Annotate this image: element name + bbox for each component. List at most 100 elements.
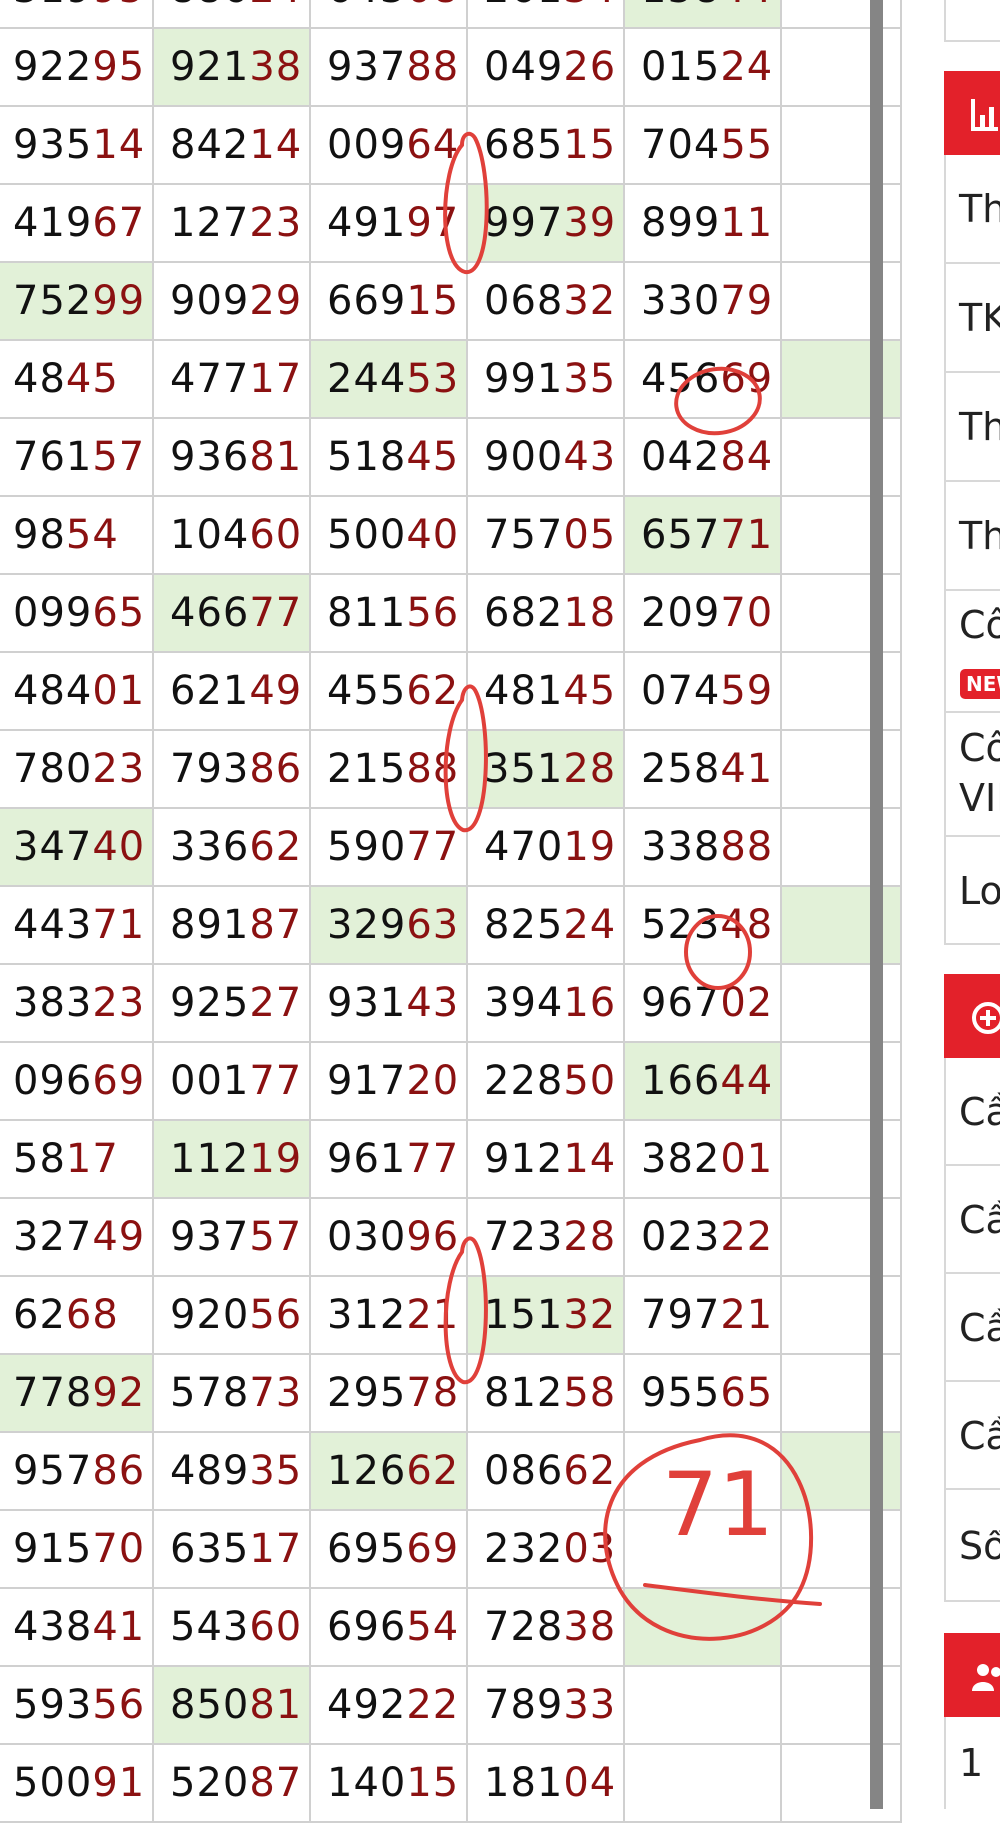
number-tail-digits: 24 [563,902,617,948]
table-cell: 81156 [309,573,468,653]
table-cell: 44371 [0,885,154,965]
sidebar-menu-item[interactable]: Th [944,373,1000,482]
number-head-digits: 543 [170,1604,250,1650]
number-tail-digits: 01 [92,668,146,714]
table-blank-cell [780,651,902,731]
table-cell: 43841 [0,1587,154,1667]
number-tail-digits: 55 [720,122,774,168]
sidebar-menu-item[interactable]: Cô NEW [944,591,1000,713]
number-tail-digits: 79 [720,278,774,324]
number-tail-digits: 43 [406,980,460,1026]
number-head-digits: 925 [170,980,250,1026]
sidebar-menu-item[interactable]: TK [944,264,1000,373]
sidebar-list-item[interactable]: Cầ [944,1274,1000,1382]
number-tail-digits: 40 [92,824,146,870]
number-tail-digits: 63 [406,902,460,948]
sidebar-header-stats[interactable] [944,71,1000,155]
number-head-digits: 329 [327,902,407,948]
sidebar: Th TK Th Th Cô NEW Cô VIP Lo Cầ Cầ Cầ Cầ… [944,0,1000,1809]
number-head-digits: 957 [13,1448,93,1494]
number-tail-digits: 33 [563,1682,617,1728]
number-head-digits: 232 [484,1526,564,1572]
sidebar-menu-item[interactable]: Cô VIP [944,713,1000,837]
sidebar-menu-item[interactable]: Th [944,482,1000,591]
number-head-digits: 752 [13,278,93,324]
table-cell: 00177 [152,1041,311,1121]
scroll-divider[interactable] [870,0,883,1809]
table-row: 09965 46677 81156 68218 20970 [0,573,902,653]
table-cell: 59356 [0,1665,154,1745]
number-head-digits: 891 [170,902,250,948]
number-head-digits: 936 [170,434,250,480]
number-tail-digits: 87 [249,902,303,948]
number-tail-digits: 57 [92,434,146,480]
number-head-digits: 921 [170,44,250,90]
table-blank-cell [780,261,902,341]
number-head-digits: 695 [327,1526,407,1572]
number-tail-digits: 14 [249,122,303,168]
sidebar-list-item[interactable]: Cầ [944,1058,1000,1166]
table-cell: 92138 [152,27,311,107]
number-head-digits: 347 [13,824,93,870]
menu-item-label: Cô [959,603,1000,647]
sidebar-menu-item[interactable]: Lo [944,837,1000,945]
plus-circle-icon [972,1002,1000,1034]
number-head-digits: 728 [484,1604,564,1650]
number-head-digits: 899 [641,200,721,246]
number-tail-digits: 27 [249,980,303,1026]
table-row: 77892 57873 29578 81258 95565 [0,1353,902,1433]
number-tail-digits: 45 [406,434,460,480]
sidebar-list-item[interactable]: Cầ [944,1382,1000,1490]
sidebar-list-item[interactable]: Cầ [944,1166,1000,1274]
table-row: 95786 48935 12662 08662 [0,1431,902,1511]
number-tail-digits: 15 [406,278,460,324]
number-head-digits: 643 [327,0,406,12]
number-head-digits: 48 [13,356,66,402]
number-tail-digits: 45 [65,356,119,402]
sidebar-list-item[interactable]: Số [944,1490,1000,1602]
number-tail-digits: 08 [406,0,459,12]
number-tail-digits: 28 [563,746,617,792]
table-blank-cell [780,1431,902,1511]
number-head-digits: 228 [484,1058,564,1104]
number-tail-digits: 44 [720,1058,774,1104]
number-tail-digits: 56 [92,1682,146,1728]
number-head-digits: 030 [327,1214,407,1260]
number-tail-digits: 15 [406,1760,460,1806]
menu-item-label: Lo [959,869,1000,913]
number-tail-digits: 24 [720,44,774,90]
table-cell [623,1431,782,1511]
number-tail-digits: 65 [92,590,146,636]
table-cell: 92527 [152,963,311,1043]
table-cell: 21588 [309,729,468,809]
number-head-digits: 761 [13,434,93,480]
table-cell: 47717 [152,339,311,419]
table-cell: 25841 [623,729,782,809]
number-head-digits: 484 [13,668,93,714]
sidebar-header-users[interactable] [944,1633,1000,1717]
number-tail-digits: 18 [563,590,617,636]
number-head-digits: 394 [484,980,564,1026]
number-head-digits: 383 [13,980,93,1026]
sidebar-menu-item[interactable]: Th [944,155,1000,264]
table-cell: 51845 [309,417,468,497]
table-cell: 09965 [0,573,154,653]
sidebar-header-add[interactable] [944,974,1000,1058]
number-head-digits: 312 [327,1292,407,1338]
table-blank-cell [780,183,902,263]
sidebar-list-item[interactable]: 1 [944,1717,1000,1809]
number-head-digits: 780 [13,746,93,792]
number-head-digits: 778 [13,1370,93,1416]
table-row: 76157 93681 51845 90043 04284 [0,417,902,497]
number-tail-digits: 32 [563,278,617,324]
number-tail-digits: 62 [563,1448,617,1494]
number-head-digits: 096 [13,1058,93,1104]
list-item-label: Cầ [959,1414,1000,1458]
table-row: 6268 92056 31221 15132 79721 [0,1275,902,1355]
table-blank-cell [780,885,902,965]
number-head-digits: 491 [327,200,407,246]
table-cell: 96702 [623,963,782,1043]
number-tail-digits: 60 [249,1604,303,1650]
number-tail-digits: 17 [65,1136,119,1182]
table-cell: 57873 [152,1353,311,1433]
